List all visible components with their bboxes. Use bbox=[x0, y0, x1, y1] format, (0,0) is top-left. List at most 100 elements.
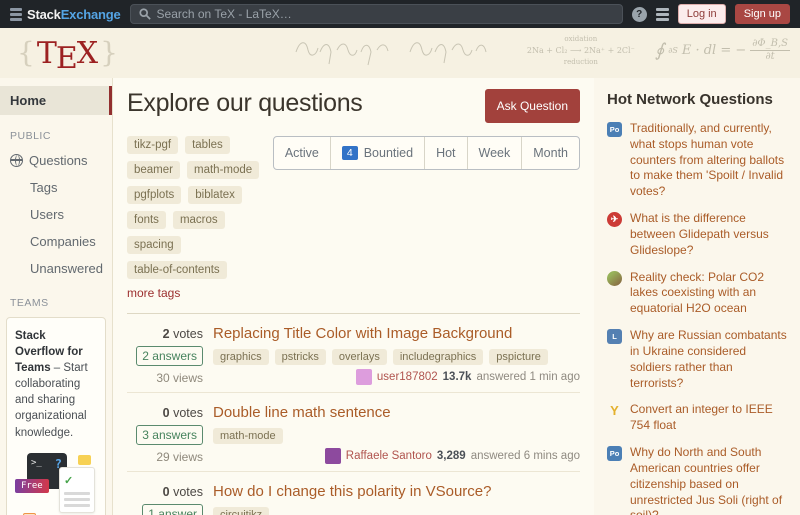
sidebar-item-tags[interactable]: Tags bbox=[0, 174, 112, 201]
hot-question-link[interactable]: Why are Russian combatants in Ukraine co… bbox=[630, 328, 788, 391]
tab-hot[interactable]: Hot bbox=[424, 137, 466, 169]
user-link[interactable]: Raffaele Santoro bbox=[346, 450, 432, 462]
question-tag[interactable]: pstricks bbox=[275, 349, 326, 365]
question-attribution: Raffaele Santoro 3,289 answered 6 mins a… bbox=[213, 448, 580, 464]
question-tag[interactable]: graphics bbox=[213, 349, 269, 365]
signup-button[interactable]: Sign up bbox=[735, 4, 790, 24]
hot-question-link[interactable]: Reality check: Polar CO2 lakes coexistin… bbox=[630, 270, 788, 317]
stackexchange-logo-icon bbox=[10, 8, 22, 21]
aviation-icon: ✈ bbox=[607, 212, 622, 227]
vote-word: votes bbox=[173, 327, 203, 341]
user-reputation: 3,289 bbox=[437, 450, 466, 462]
question-list: 2 votes 2 answers 30 views Replacing Tit… bbox=[127, 314, 580, 515]
tag-filter[interactable]: pgfplots bbox=[127, 186, 181, 204]
site-header: {TEX} oxidation 2Na + Cl₂ ⟶ 2Na⁺ + 2Cl⁻ … bbox=[0, 28, 800, 78]
sidebar-item-unanswered[interactable]: Unanswered bbox=[0, 255, 112, 282]
vote-count: 0 votes bbox=[163, 485, 203, 499]
question-title-link[interactable]: Double line math sentence bbox=[213, 404, 580, 421]
tag-filter[interactable]: tikz-pgf bbox=[127, 136, 178, 154]
user-link[interactable]: user187802 bbox=[377, 371, 438, 383]
tag-filter-list: tikz-pgf tables beamer math-mode pgfplots bib… bbox=[127, 136, 263, 300]
hot-question-item: Po Why do North and South American count… bbox=[607, 445, 788, 515]
site-switcher-icon[interactable] bbox=[656, 8, 669, 21]
login-button[interactable]: Log in bbox=[678, 4, 726, 24]
activity-time: answered 1 min ago bbox=[476, 371, 580, 383]
checklist-graphic: ✓ bbox=[59, 467, 95, 513]
stackexchange-logo[interactable]: StackExchange bbox=[10, 7, 121, 22]
avatar[interactable] bbox=[325, 448, 341, 464]
chemistry-equation: oxidation 2Na + Cl₂ ⟶ 2Na⁺ + 2Cl⁻ reduct… bbox=[527, 34, 635, 67]
more-tags-link[interactable]: more tags bbox=[127, 286, 180, 300]
hot-question-link[interactable]: Traditionally, and currently, what stops… bbox=[630, 121, 788, 200]
politics-icon: Po bbox=[607, 446, 622, 461]
question-attribution: user187802 13.7k answered 1 min ago bbox=[213, 369, 580, 385]
question-tags: math-mode bbox=[213, 428, 580, 444]
politics-icon: Po bbox=[607, 122, 622, 137]
tex-site-logo[interactable]: {TEX} bbox=[14, 31, 120, 76]
hot-question-item: Y Convert an integer to IEEE 754 float bbox=[607, 402, 788, 434]
hot-question-link[interactable]: What is the difference between Glidepath… bbox=[630, 211, 788, 258]
question-title-link[interactable]: How do I change this polarity in VSource… bbox=[213, 483, 580, 500]
help-icon[interactable]: ? bbox=[632, 7, 647, 22]
sidebar-section-public: PUBLIC bbox=[10, 130, 112, 142]
search-icon bbox=[139, 8, 151, 20]
tag-filter[interactable]: table-of-contents bbox=[127, 261, 227, 279]
vote-number: 0 bbox=[163, 406, 170, 420]
tag-filter[interactable]: beamer bbox=[127, 161, 180, 179]
vote-word: votes bbox=[173, 406, 203, 420]
hot-question-link[interactable]: Why do North and South American countrie… bbox=[630, 445, 788, 515]
question-stats: 0 votes 3 answers 29 views bbox=[127, 403, 203, 464]
question-stats: 0 votes 1 answer 11 views bbox=[127, 482, 203, 515]
worldbuilding-icon bbox=[607, 271, 622, 286]
question-tag[interactable]: math-mode bbox=[213, 428, 283, 444]
sidebar-item-users[interactable]: Users bbox=[0, 201, 112, 228]
tab-month[interactable]: Month bbox=[521, 137, 579, 169]
question-tag[interactable]: pspicture bbox=[489, 349, 548, 365]
tag-filter[interactable]: biblatex bbox=[188, 186, 242, 204]
hot-question-item: Reality check: Polar CO2 lakes coexistin… bbox=[607, 270, 788, 317]
top-bar: StackExchange ? Log in Sign up bbox=[0, 0, 800, 28]
sidebar-item-questions[interactable]: Questions bbox=[0, 147, 112, 174]
vote-count: 0 votes bbox=[163, 406, 203, 420]
hot-network-title: Hot Network Questions bbox=[607, 91, 788, 108]
sidebar-item-home[interactable]: Home bbox=[0, 86, 112, 115]
question-tag[interactable]: includegraphics bbox=[393, 349, 483, 365]
hot-question-item: ✈ What is the difference between Glidepa… bbox=[607, 211, 788, 258]
hot-question-item: L Why are Russian combatants in Ukraine … bbox=[607, 328, 788, 391]
globe-icon bbox=[10, 154, 23, 167]
page-title: Explore our questions bbox=[127, 89, 363, 118]
search-box[interactable] bbox=[130, 4, 623, 24]
tag-filter[interactable]: fonts bbox=[127, 211, 166, 229]
question-tag[interactable]: overlays bbox=[332, 349, 387, 365]
question-title-link[interactable]: Replacing Title Color with Image Backgro… bbox=[213, 325, 580, 342]
stackexchange-logo-text: StackExchange bbox=[27, 7, 121, 22]
answer-count: 1 answer bbox=[142, 504, 203, 515]
vote-number: 0 bbox=[163, 485, 170, 499]
vote-count: 2 votes bbox=[163, 327, 203, 341]
answer-count: 3 answers bbox=[136, 425, 203, 445]
search-input[interactable] bbox=[157, 7, 614, 21]
tab-week[interactable]: Week bbox=[467, 137, 522, 169]
activity-time: answered 6 mins ago bbox=[471, 450, 580, 462]
teams-promo-text: Stack Overflow for Teams – Start collabo… bbox=[15, 328, 97, 441]
hot-question-link[interactable]: Convert an integer to IEEE 754 float bbox=[630, 402, 788, 434]
tag-filter[interactable]: macros bbox=[173, 211, 225, 229]
vote-number: 2 bbox=[163, 327, 170, 341]
avatar[interactable] bbox=[356, 369, 372, 385]
sidebar-section-teams: TEAMS bbox=[10, 297, 112, 309]
chat-bubble-icon bbox=[78, 455, 91, 465]
maxwell-equation: ∮∂S E · dl = − ∂Φ_B,S∂t bbox=[655, 38, 790, 64]
tag-filter[interactable]: math-mode bbox=[187, 161, 259, 179]
tag-filter[interactable]: spacing bbox=[127, 236, 181, 254]
sidebar-item-companies[interactable]: Companies bbox=[0, 228, 112, 255]
tab-active[interactable]: Active bbox=[274, 137, 330, 169]
question-tag[interactable]: circuitikz bbox=[213, 507, 269, 515]
vote-word: votes bbox=[173, 485, 203, 499]
ask-question-button[interactable]: Ask Question bbox=[485, 89, 580, 123]
question-filter-tabs: Active 4Bountied Hot Week Month bbox=[273, 136, 580, 170]
law-icon: L bbox=[607, 329, 622, 344]
answer-count: 2 answers bbox=[136, 346, 203, 366]
question-row: 2 votes 2 answers 30 views Replacing Tit… bbox=[127, 314, 580, 393]
tab-bountied[interactable]: 4Bountied bbox=[330, 137, 424, 169]
tag-filter[interactable]: tables bbox=[185, 136, 230, 154]
